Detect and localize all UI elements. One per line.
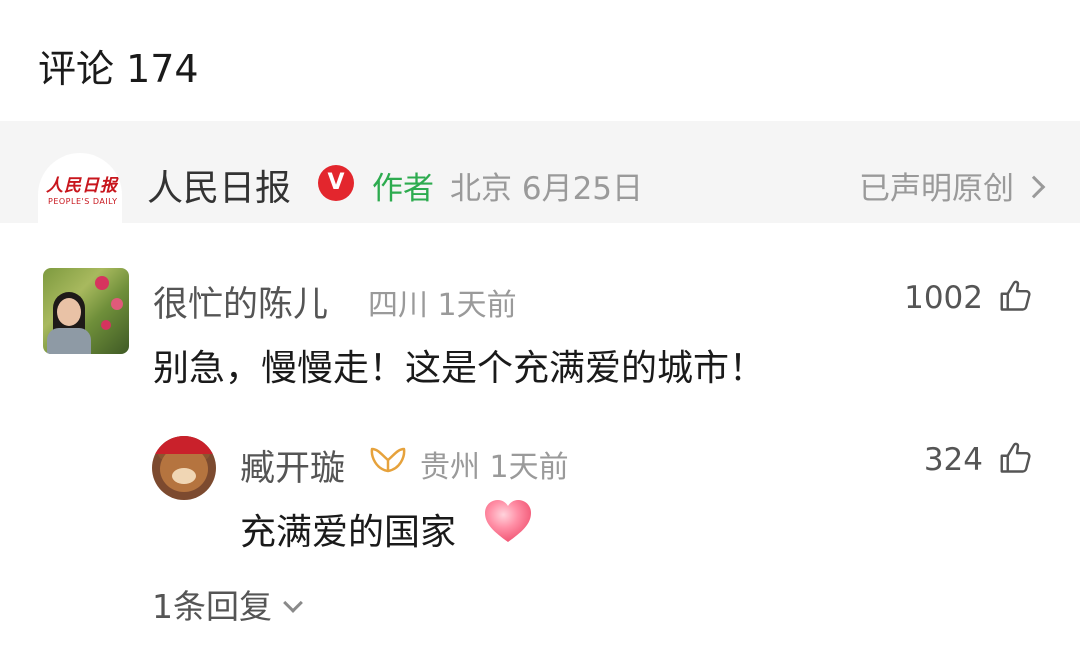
avatar-flower-decoration	[101, 320, 111, 330]
commenter-username[interactable]: 很忙的陈儿	[153, 276, 328, 327]
member-badge-icon	[370, 447, 406, 473]
replier-avatar[interactable]	[152, 436, 216, 500]
verified-badge-icon: V	[318, 165, 354, 201]
thumbs-up-icon[interactable]	[998, 278, 1034, 314]
author-name[interactable]: 人民日报	[147, 159, 291, 211]
avatar-body	[47, 328, 91, 354]
avatar-face	[57, 298, 81, 326]
view-replies-link[interactable]: 1条回复	[152, 580, 303, 628]
original-declared-link[interactable]: 已声明原创	[859, 163, 1046, 208]
avatar-bear-snout	[172, 468, 196, 484]
replies-count-label: 1条回复	[152, 587, 272, 626]
replier-username[interactable]: 臧开璇	[240, 440, 345, 491]
author-location-date: 北京 6月25日	[450, 171, 644, 207]
chevron-down-icon	[283, 593, 303, 613]
avatar-flower-decoration	[111, 298, 123, 310]
logo-text: 人民日报	[46, 176, 118, 196]
comment-text: 别急，慢慢走！这是个充满爱的城市！	[153, 348, 766, 389]
chevron-right-icon	[1022, 175, 1046, 199]
author-tag: 作者	[372, 171, 434, 207]
commenter-avatar[interactable]	[43, 268, 129, 354]
logo-subtext: PEOPLE'S DAILY	[48, 197, 118, 206]
comment-like-count: 1002	[904, 280, 983, 316]
original-declared-label: 已声明原创	[859, 171, 1014, 207]
comments-header-title: 评论 174	[38, 47, 199, 91]
thumbs-up-icon[interactable]	[998, 440, 1034, 476]
reply-text: 充满爱的国家	[240, 512, 457, 553]
reply-location-time: 贵州 1天前	[420, 450, 569, 485]
reply-like-count: 324	[923, 442, 983, 478]
comment-location-time: 四川 1天前	[368, 288, 517, 323]
avatar-flower-decoration	[95, 276, 109, 290]
avatar-red-hat	[154, 436, 214, 454]
heart-emoji-icon	[485, 500, 531, 542]
